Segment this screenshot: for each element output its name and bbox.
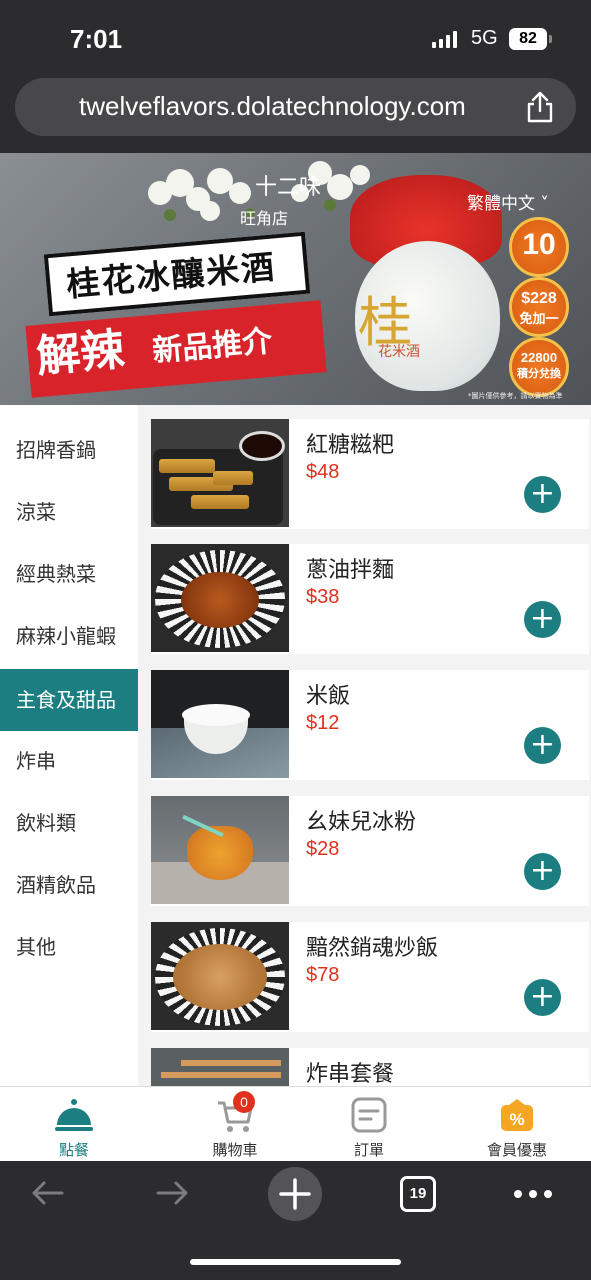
promo-badge: $228 免加一 (509, 277, 569, 337)
tab-order-food[interactable]: 點餐 (14, 1087, 134, 1162)
jar-brand: 花米酒 (378, 344, 420, 360)
home-indicator (190, 1259, 401, 1265)
promo-banner[interactable]: 十二味 旺角店 桂 花米酒 繁體中文 ˅ 桂花冰釀米酒 解辣 新品推介 10 $… (0, 153, 591, 405)
food-image (151, 922, 289, 1030)
tab-member-offers[interactable]: % 會員優惠 (457, 1087, 577, 1162)
food-image (151, 544, 289, 652)
item-name: 蔥油拌麵 (306, 558, 395, 583)
menu-item[interactable]: 紅糖糍粑 $48 + (151, 419, 589, 529)
forward-arrow-icon[interactable] (154, 1175, 190, 1211)
add-button[interactable]: + (524, 476, 561, 513)
category-item[interactable]: 酒精飲品 (0, 854, 138, 916)
category-item[interactable]: 涼菜 (0, 481, 138, 543)
category-item[interactable]: 其他 (0, 916, 138, 978)
network-type: 5G (471, 27, 498, 49)
phone-screen: 7:01 5G 82 twelveflavors.dolatechnology.… (0, 0, 591, 1280)
tab-orders[interactable]: 訂單 (309, 1087, 429, 1162)
category-sidebar: 招牌香鍋 涼菜 經典熱菜 麻辣小龍蝦 主食及甜品 炸串 飲料類 酒精飲品 其他 (0, 405, 138, 1086)
address-bar[interactable]: twelveflavors.dolatechnology.com (15, 78, 576, 136)
banner-highlight: 解辣 (34, 324, 127, 383)
language-selector[interactable]: 繁體中文 ˅ (467, 189, 549, 214)
food-image (151, 1048, 289, 1086)
share-icon[interactable] (525, 90, 555, 124)
bottom-tab-bar: 點餐 購物車 0 訂單 % 會員優惠 (0, 1086, 591, 1161)
item-name: 黯然銷魂炒飯 (306, 936, 439, 961)
category-item[interactable]: 招牌香鍋 (0, 419, 138, 481)
tab-label: 點餐 (58, 1141, 89, 1159)
tab-label: 購物車 (212, 1141, 258, 1159)
item-price: $28 (306, 838, 340, 860)
battery-icon: 82 (509, 28, 547, 50)
add-button[interactable]: + (524, 601, 561, 638)
signal-icon (432, 31, 457, 48)
item-price: $38 (306, 586, 340, 608)
battery-tip (549, 35, 552, 43)
tab-label: 訂單 (353, 1141, 384, 1159)
item-price: $48 (306, 461, 340, 483)
item-name: 炸串套餐 (306, 1062, 395, 1086)
item-name: 米飯 (306, 684, 351, 709)
category-item[interactable]: 經典熱菜 (0, 543, 138, 605)
cloche-icon (55, 1099, 93, 1131)
menu-item[interactable]: 黯然銷魂炒飯 $78 + (151, 922, 589, 1032)
menu-item[interactable]: 幺妹兒冰粉 $28 + (151, 796, 589, 906)
category-item[interactable]: 炸串 (0, 730, 138, 792)
promo-badge: 22800 積分兌換 (509, 337, 569, 397)
store-branch: 旺角店 (240, 209, 289, 228)
add-button[interactable]: + (524, 979, 561, 1016)
discount-icon: % (501, 1099, 533, 1131)
item-price: $12 (306, 712, 340, 734)
url-text[interactable]: twelveflavors.dolatechnology.com (79, 91, 466, 122)
status-bar: 7:01 5G 82 (0, 0, 591, 78)
svg-text:%: % (509, 1110, 524, 1129)
banner-disclaimer: *圖片僅供參考，請以實物為準 (468, 392, 563, 400)
menu-list: 紅糖糍粑 $48 + 蔥油拌麵 $38 + 米飯 $12 + 幺妹兒冰粉 $28… (151, 405, 591, 1086)
category-item[interactable]: 飲料類 (0, 792, 138, 854)
category-item[interactable]: 麻辣小龍蝦 (0, 605, 138, 667)
menu-item[interactable]: 米飯 $12 + (151, 670, 589, 780)
food-image (151, 796, 289, 904)
cart-count-badge: 0 (233, 1091, 255, 1113)
store-name: 十二味 (255, 175, 322, 200)
order-icon (351, 1097, 387, 1133)
menu-content: 招牌香鍋 涼菜 經典熱菜 麻辣小龍蝦 主食及甜品 炸串 飲料類 酒精飲品 其他 … (0, 405, 591, 1086)
promo-badge: 10 (509, 217, 569, 277)
status-time: 7:01 (70, 24, 123, 54)
food-image (151, 670, 289, 778)
add-button[interactable]: + (524, 853, 561, 890)
new-tab-button[interactable] (268, 1167, 322, 1221)
menu-item[interactable]: 炸串套餐 (151, 1048, 589, 1086)
tab-label: 會員優惠 (486, 1141, 547, 1159)
item-name: 紅糖糍粑 (306, 433, 395, 458)
food-image (151, 419, 289, 527)
item-price: $78 (306, 964, 340, 986)
add-button[interactable]: + (524, 727, 561, 764)
menu-item[interactable]: 蔥油拌麵 $38 + (151, 544, 589, 654)
plus-icon (279, 1178, 311, 1210)
tabs-button[interactable]: 19 (400, 1176, 436, 1212)
back-arrow-icon[interactable] (30, 1175, 66, 1211)
item-name: 幺妹兒冰粉 (306, 810, 417, 835)
category-item-active[interactable]: 主食及甜品 (0, 669, 138, 731)
more-icon[interactable] (513, 1189, 553, 1199)
